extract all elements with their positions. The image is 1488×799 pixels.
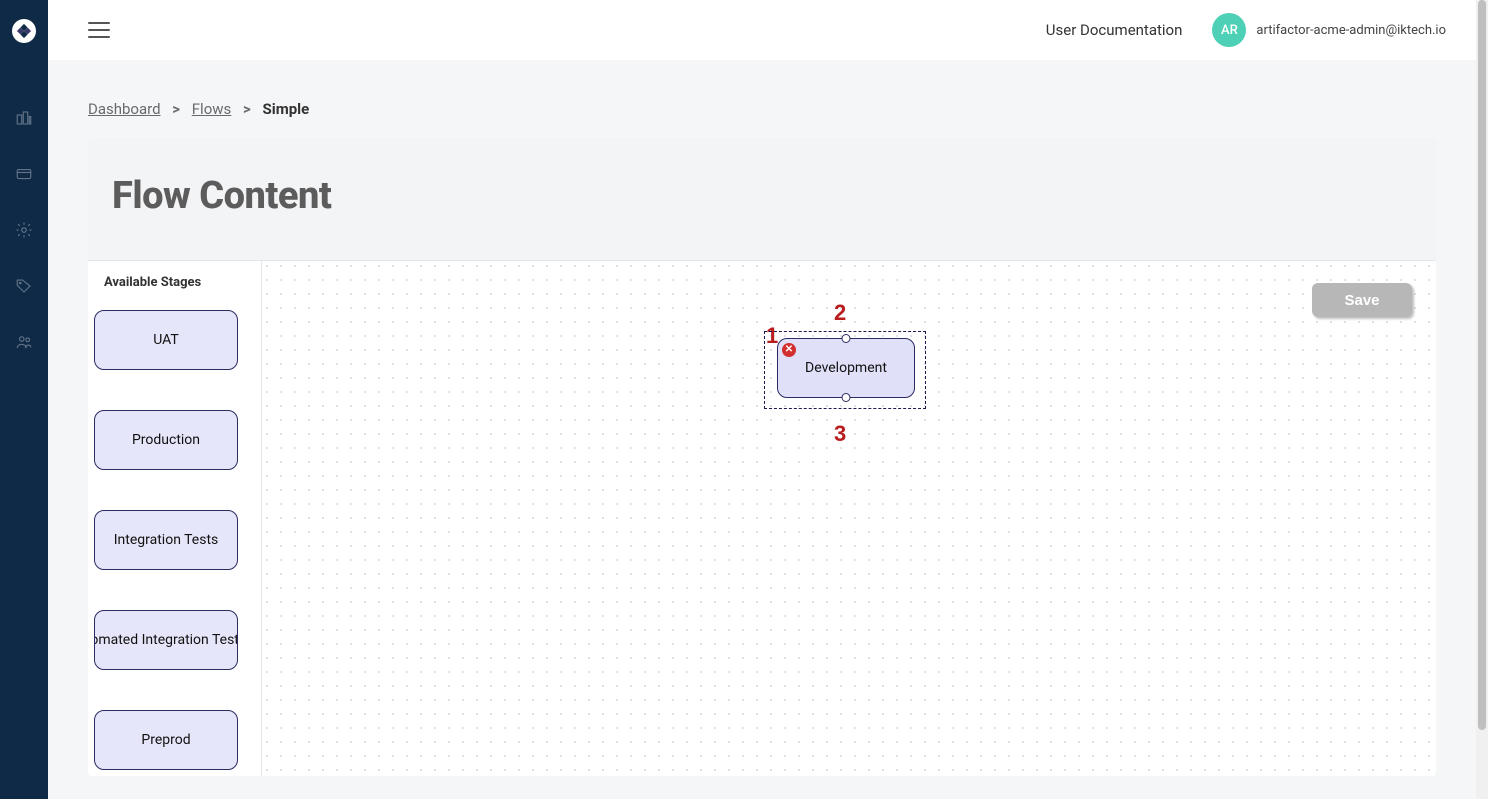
main-content: Dashboard > Flows > Simple Flow Content … bbox=[48, 60, 1476, 799]
nav-icon-buildings[interactable] bbox=[14, 108, 34, 128]
card-header: Flow Content bbox=[88, 138, 1436, 261]
breadcrumb-separator: > bbox=[243, 100, 251, 118]
node-port-bottom[interactable] bbox=[842, 393, 851, 402]
nav-rail bbox=[0, 0, 48, 799]
documentation-link[interactable]: User Documentation bbox=[1046, 21, 1183, 39]
breadcrumb-flows[interactable]: Flows bbox=[192, 100, 232, 118]
breadcrumb: Dashboard > Flows > Simple bbox=[88, 100, 1436, 118]
stage-card-automated-integration-tests[interactable]: tomated Integration Tests bbox=[94, 610, 238, 670]
breadcrumb-dashboard[interactable]: Dashboard bbox=[88, 100, 161, 118]
flow-canvas[interactable]: Save 2 1 3 ✕ Development bbox=[262, 261, 1436, 776]
node-port-top[interactable] bbox=[842, 334, 851, 343]
nav-icon-settings[interactable] bbox=[14, 220, 34, 240]
stage-card-production[interactable]: Production bbox=[94, 410, 238, 470]
stage-card-integration-tests[interactable]: Integration Tests bbox=[94, 510, 238, 570]
app-logo[interactable] bbox=[11, 18, 37, 48]
vertical-scrollbar[interactable] bbox=[1476, 0, 1488, 799]
content-card: Flow Content Available Stages UAT Produc… bbox=[88, 138, 1436, 776]
flow-node-development[interactable]: ✕ Development bbox=[777, 338, 915, 398]
header-right: User Documentation AR artifactor-acme-ad… bbox=[1046, 13, 1446, 47]
stage-card-preprod[interactable]: Preprod bbox=[94, 710, 238, 770]
card-body: Available Stages UAT Production Integrat… bbox=[88, 261, 1436, 776]
stage-card-uat[interactable]: UAT bbox=[94, 310, 238, 370]
hamburger-menu-icon[interactable] bbox=[88, 22, 110, 38]
top-header: User Documentation AR artifactor-acme-ad… bbox=[48, 0, 1476, 60]
scrollbar-thumb[interactable] bbox=[1478, 0, 1486, 730]
user-menu[interactable]: AR artifactor-acme-admin@iktech.io bbox=[1212, 13, 1446, 47]
node-selection-frame[interactable]: ✕ Development bbox=[764, 331, 926, 409]
annotation-number-3: 3 bbox=[834, 421, 846, 447]
breadcrumb-separator: > bbox=[172, 100, 180, 118]
node-label: Development bbox=[805, 360, 887, 376]
nav-icon-card[interactable] bbox=[14, 164, 34, 184]
avatar: AR bbox=[1212, 13, 1246, 47]
breadcrumb-current: Simple bbox=[263, 100, 310, 118]
available-stages-title: Available Stages bbox=[98, 275, 251, 290]
user-email: artifactor-acme-admin@iktech.io bbox=[1256, 23, 1446, 38]
nav-icon-users[interactable] bbox=[14, 332, 34, 352]
annotation-number-2: 2 bbox=[834, 300, 846, 326]
page-title: Flow Content bbox=[112, 174, 1412, 218]
node-delete-icon[interactable]: ✕ bbox=[782, 343, 796, 357]
save-button[interactable]: Save bbox=[1312, 283, 1412, 317]
nav-icon-tag[interactable] bbox=[14, 276, 34, 296]
available-stages-panel: Available Stages UAT Production Integrat… bbox=[88, 261, 262, 776]
